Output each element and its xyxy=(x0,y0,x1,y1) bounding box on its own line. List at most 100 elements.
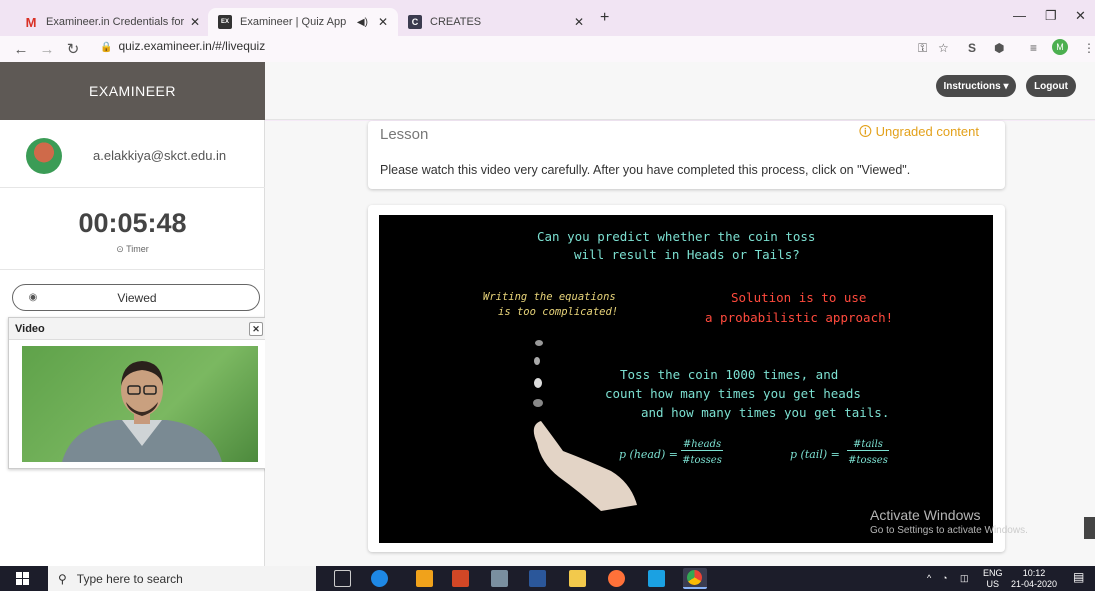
network-icon[interactable]: ◔ xyxy=(942,573,947,584)
timer-label: ⊙ Timer xyxy=(116,244,149,254)
key-icon[interactable]: ⚿ xyxy=(918,41,927,56)
brand-title: EXAMINEER xyxy=(89,83,176,99)
photos-icon[interactable] xyxy=(491,570,508,587)
formula-head-denominator: #tosses xyxy=(682,455,722,466)
word-icon[interactable] xyxy=(529,570,546,587)
notification-icon[interactable]: ▤ xyxy=(1073,571,1084,583)
close-icon[interactable]: ✕ xyxy=(249,322,263,336)
new-tab-button[interactable]: + xyxy=(600,9,609,27)
file-explorer-icon[interactable] xyxy=(569,570,586,587)
language-code: ENG xyxy=(983,568,1003,578)
watermark-subtitle: Go to Settings to activate Windows. xyxy=(870,525,1028,536)
lesson-instructions: Please watch this video very carefully. … xyxy=(380,163,911,177)
tab-title: Examineer | Quiz App xyxy=(240,16,347,28)
video-panel-header: Video ✕ xyxy=(9,318,270,340)
minimize-button[interactable]: — xyxy=(1013,8,1026,23)
timer-panel: 00:05:48 ⊙ Timer xyxy=(0,188,265,270)
url-text: quiz.examineer.in/#/livequiz xyxy=(118,39,266,53)
tab-title: Examineer.in Credentials for Quiz xyxy=(46,16,184,28)
task-view-icon[interactable] xyxy=(334,570,351,587)
video-left-line2: is too complicated! xyxy=(498,306,619,318)
store-icon[interactable] xyxy=(416,570,433,587)
powerpoint-icon[interactable] xyxy=(452,570,469,587)
close-tab-icon[interactable]: ✕ xyxy=(378,15,388,29)
taskbar-search[interactable]: ⚲ Type here to search xyxy=(48,566,316,591)
creates-favicon-icon: C xyxy=(408,15,422,29)
clock-date: 21-04-2020 xyxy=(1011,579,1058,589)
side-scroll-widget[interactable] xyxy=(1084,517,1095,539)
main-content: Lesson 🛈 Ungraded content Please watch t… xyxy=(265,121,1095,566)
video-right-line1: Solution is to use xyxy=(731,290,867,305)
forward-icon[interactable]: → xyxy=(34,41,60,58)
extension-icon[interactable]: S xyxy=(968,41,976,55)
ungraded-label: Ungraded content xyxy=(875,124,979,139)
user-email: a.elakkiya@skct.edu.in xyxy=(93,148,227,163)
edge-browser-icon[interactable] xyxy=(371,570,388,587)
menu-kebab-icon[interactable]: ⋮ xyxy=(1083,41,1095,55)
chrome-icon xyxy=(687,570,702,585)
language-indicator[interactable]: ENG US xyxy=(983,568,1003,590)
address-bar: ← → ↻ 🔒 quiz.examineer.in/#/livequiz ⚿ ☆ … xyxy=(0,36,1095,62)
brand-header: EXAMINEER xyxy=(0,62,265,120)
lesson-video-card: Can you predict whether the coin toss wi… xyxy=(368,205,1005,552)
shield-extension-icon[interactable]: ⬢ xyxy=(994,41,1004,55)
windows-activation-watermark: Activate Windows Go to Settings to activ… xyxy=(870,507,1028,536)
coin-toss-hand-icon xyxy=(533,340,637,511)
ungraded-badge: 🛈 Ungraded content xyxy=(859,123,979,145)
formula-tail-lhs: p (tail) = xyxy=(790,448,840,461)
reload-icon[interactable]: ↻ xyxy=(60,40,86,58)
formula-tail-numerator: #tails xyxy=(847,439,889,451)
windows-start-icon[interactable] xyxy=(16,572,29,585)
video-panel-title: Video xyxy=(15,323,45,335)
close-tab-icon[interactable]: ✕ xyxy=(574,15,584,29)
lock-icon: 🔒 xyxy=(100,42,113,53)
close-window-button[interactable]: ✕ xyxy=(1075,8,1086,24)
video-toss-line3: and how many times you get tails. xyxy=(641,405,890,420)
top-navbar: Instructions ▾ Logout xyxy=(265,62,1095,120)
search-icon: ⚲ xyxy=(58,571,67,586)
chrome-taskbar-button[interactable] xyxy=(683,568,707,589)
webcam-feed xyxy=(22,346,258,462)
formula-head-numerator: #heads xyxy=(681,439,723,451)
reading-list-icon[interactable]: ≡ xyxy=(1030,41,1037,55)
sidebar: a.elakkiya@skct.edu.in 00:05:48 ⊙ Timer … xyxy=(0,120,271,566)
region-code: US xyxy=(986,579,1000,589)
webcam-video-panel: Video ✕ xyxy=(8,317,271,469)
clock-time: 10:12 xyxy=(1022,568,1046,578)
volume-icon[interactable]: ◫ xyxy=(960,573,969,584)
logout-button[interactable]: Logout xyxy=(1026,75,1076,97)
url-field[interactable]: 🔒 quiz.examineer.in/#/livequiz xyxy=(100,39,265,53)
lesson-video-player[interactable]: Can you predict whether the coin toss wi… xyxy=(379,215,993,543)
timer-value: 00:05:48 xyxy=(78,208,187,238)
viewed-label: Viewed xyxy=(117,290,157,305)
clock[interactable]: 10:12 21-04-2020 xyxy=(1011,568,1057,590)
watermark-title: Activate Windows xyxy=(870,507,981,523)
firefox-icon[interactable] xyxy=(608,570,625,587)
tray-expand-icon[interactable]: ^ xyxy=(927,573,931,584)
browser-tab-bar: M Examineer.in Credentials for Quiz ✕ EX… xyxy=(0,0,1095,36)
bookmark-star-icon[interactable]: ☆ xyxy=(938,41,949,55)
user-profile: a.elakkiya@skct.edu.in xyxy=(0,120,265,188)
mail-icon[interactable] xyxy=(648,570,665,587)
tab-examineer[interactable]: EX Examineer | Quiz App ◀) ✕ xyxy=(208,8,398,36)
tab-title: CREATES xyxy=(430,16,482,28)
close-tab-icon[interactable]: ✕ xyxy=(190,15,200,29)
tab-creates[interactable]: C CREATES ✕ xyxy=(398,8,594,36)
profile-avatar-icon[interactable]: M xyxy=(1052,39,1068,55)
windows-taskbar: ⚲ Type here to search ^ ◔ ◫ ENG US 10:12… xyxy=(0,566,1095,591)
formula-tail-denominator: #tosses xyxy=(848,455,888,466)
maximize-button[interactable]: ❐ xyxy=(1045,8,1057,24)
tab-gmail[interactable]: M Examineer.in Credentials for Quiz ✕ xyxy=(14,8,210,36)
video-question-line1: Can you predict whether the coin toss xyxy=(537,229,816,244)
examineer-favicon-icon: EX xyxy=(218,15,232,29)
lesson-card: Lesson 🛈 Ungraded content Please watch t… xyxy=(368,121,1005,189)
video-right-line2: a probabilistic approach! xyxy=(705,310,894,325)
video-left-line1: Writing the equations xyxy=(483,291,616,303)
viewed-button[interactable]: ◉ Viewed xyxy=(12,284,260,311)
search-placeholder: Type here to search xyxy=(76,571,183,586)
info-icon: 🛈 xyxy=(858,124,876,139)
gmail-icon: M xyxy=(25,14,37,30)
back-icon[interactable]: ← xyxy=(8,41,34,58)
instructions-button[interactable]: Instructions ▾ xyxy=(936,75,1016,97)
lesson-title: Lesson xyxy=(380,126,429,143)
